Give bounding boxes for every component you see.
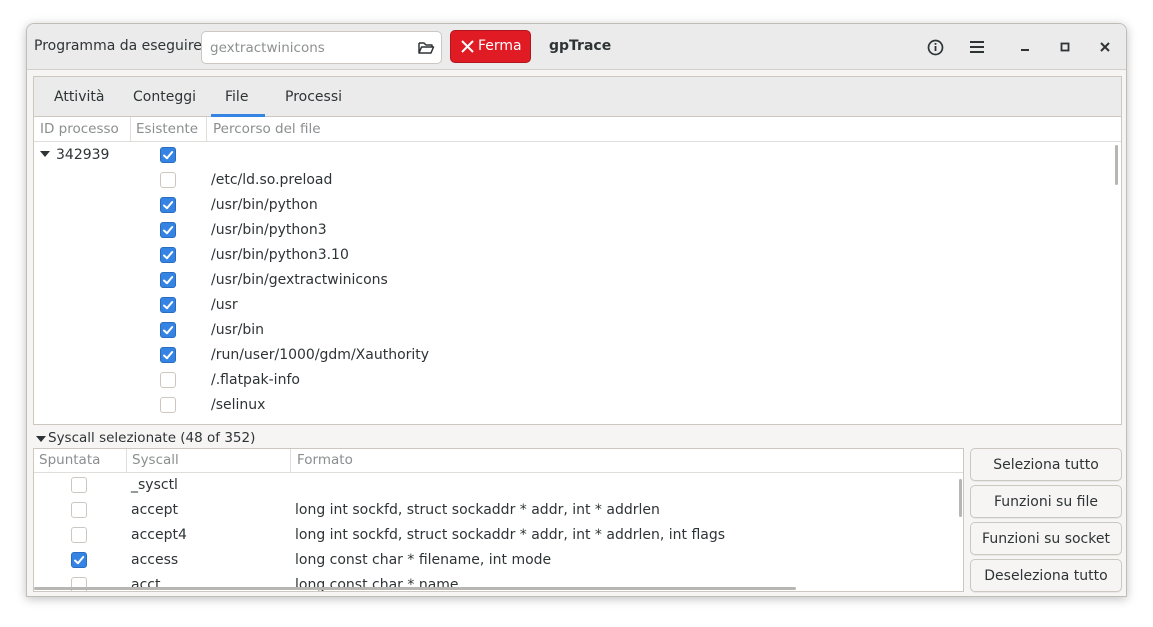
syscall-format: long const char * filename, int mode: [295, 552, 552, 568]
file-path: /usr/bin/python3.10: [211, 247, 349, 263]
column-header-format[interactable]: Formato: [297, 452, 353, 468]
files-scrollbar[interactable]: [1115, 145, 1118, 185]
maximize-button[interactable]: [1051, 34, 1079, 60]
info-icon: [927, 39, 943, 55]
column-divider: [290, 449, 291, 473]
checkbox[interactable]: [160, 247, 176, 263]
syscall-row[interactable]: access long const char * filename, int mo…: [34, 548, 963, 573]
checkbox[interactable]: [160, 172, 176, 188]
syscall-name: accept4: [131, 527, 187, 543]
program-label: Programma da eseguire:: [34, 38, 207, 54]
files-table-header: ID processo Esistente Percorso del file: [34, 117, 1121, 142]
syscall-table-header: Spuntata Syscall Formato: [34, 449, 963, 473]
checkbox[interactable]: [71, 527, 87, 543]
stop-button-label: Ferma: [478, 38, 522, 54]
close-icon: [1100, 42, 1110, 52]
column-header-syscall[interactable]: Syscall: [132, 452, 179, 468]
checkbox[interactable]: [160, 347, 176, 363]
select-all-button[interactable]: Seleziona tutto: [970, 448, 1122, 481]
notebook: Attività Conteggi File Processi ID proce…: [33, 76, 1122, 425]
checkbox[interactable]: [71, 502, 87, 518]
column-header-process-id[interactable]: ID processo: [40, 121, 119, 137]
syscall-format: long int sockfd, struct sockaddr * addr,…: [295, 502, 660, 518]
syscall-row[interactable]: _sysctl: [34, 473, 963, 498]
syscall-row[interactable]: accept4 long int sockfd, struct sockaddr …: [34, 523, 963, 548]
column-header-checked[interactable]: Spuntata: [39, 452, 100, 468]
syscall-table: Spuntata Syscall Formato _sysctlaccept lo…: [33, 448, 964, 592]
table-row[interactable]: /usr: [34, 293, 1121, 318]
file-functions-button[interactable]: Funzioni su file: [970, 485, 1122, 518]
syscall-row[interactable]: accept long int sockfd, struct sockaddr *…: [34, 498, 963, 523]
file-path: /selinux: [211, 397, 266, 413]
about-button[interactable]: [921, 34, 949, 60]
tab-bar: Attività Conteggi File Processi: [34, 77, 1121, 117]
column-divider: [126, 449, 127, 473]
app-title: gpTrace: [549, 38, 612, 54]
minimize-button[interactable]: [1011, 34, 1039, 60]
syscall-horizontal-scrollbar[interactable]: [34, 587, 796, 590]
program-field[interactable]: [201, 31, 442, 64]
syscall-vertical-scrollbar[interactable]: [959, 479, 962, 517]
tab-processi[interactable]: Processi: [285, 89, 342, 105]
column-divider: [130, 117, 131, 142]
maximize-icon: [1060, 42, 1070, 52]
column-divider: [206, 117, 207, 142]
tab-file[interactable]: File: [225, 89, 248, 105]
table-row[interactable]: /usr/bin/python: [34, 193, 1121, 218]
deselect-all-button[interactable]: Deseleziona tutto: [970, 559, 1122, 592]
checkbox[interactable]: [71, 552, 87, 568]
stop-button[interactable]: Ferma: [450, 30, 531, 63]
minimize-icon: [1021, 49, 1029, 51]
folder-open-icon[interactable]: [417, 39, 435, 57]
checkbox[interactable]: [160, 397, 176, 413]
checkbox[interactable]: [160, 147, 176, 163]
syscall-format: long int sockfd, struct sockaddr * addr,…: [295, 527, 726, 543]
file-path: /usr/bin/python3: [211, 222, 327, 238]
checkbox[interactable]: [160, 272, 176, 288]
file-path: /usr/bin/python: [211, 197, 318, 213]
process-id: 342939: [56, 147, 110, 163]
checkbox[interactable]: [160, 322, 176, 338]
file-path: /usr: [211, 297, 238, 313]
checkbox[interactable]: [71, 477, 87, 493]
checkbox[interactable]: [160, 372, 176, 388]
syscall-section-title[interactable]: Syscall selezionate (48 of 352): [48, 430, 255, 446]
syscall-name: _sysctl: [131, 477, 178, 493]
main-window: Programma da eseguire: Ferma gpTrace: [26, 23, 1127, 597]
table-row[interactable]: /usr/bin/python3: [34, 218, 1121, 243]
socket-functions-button[interactable]: Funzioni su socket: [970, 522, 1122, 555]
file-path: /run/user/1000/gdm/Xauthority: [211, 347, 430, 363]
close-window-button[interactable]: [1091, 34, 1119, 60]
process-row[interactable]: 342939: [34, 143, 1121, 168]
table-row[interactable]: /usr/bin/gextractwinicons: [34, 268, 1121, 293]
table-row[interactable]: /selinux: [34, 393, 1121, 418]
column-header-exists[interactable]: Esistente: [136, 121, 198, 137]
syscall-name: access: [131, 552, 179, 568]
checkbox[interactable]: [160, 197, 176, 213]
table-row[interactable]: /run/user/1000/gdm/Xauthority: [34, 343, 1121, 368]
checkbox[interactable]: [160, 222, 176, 238]
table-row[interactable]: /etc/ld.so.preload: [34, 168, 1121, 193]
menu-button[interactable]: [963, 34, 991, 60]
syscall-expander-arrow[interactable]: [36, 436, 46, 442]
file-path: /usr/bin: [211, 322, 265, 338]
file-path: /etc/ld.so.preload: [211, 172, 333, 188]
program-input[interactable]: [210, 38, 410, 58]
table-row[interactable]: /usr/bin/python3.10: [34, 243, 1121, 268]
tab-conteggi[interactable]: Conteggi: [133, 89, 196, 105]
header-bar: Programma da eseguire: Ferma gpTrace: [27, 24, 1126, 70]
syscall-name: accept: [131, 502, 178, 518]
file-path: /usr/bin/gextractwinicons: [211, 272, 388, 288]
file-path: /.flatpak-info: [211, 372, 300, 388]
expander-arrow[interactable]: [40, 151, 50, 157]
column-header-file-path[interactable]: Percorso del file: [213, 121, 321, 137]
close-icon: [461, 40, 474, 53]
tab-attivita[interactable]: Attività: [54, 89, 104, 105]
hamburger-menu-icon: [970, 41, 984, 53]
checkbox[interactable]: [160, 297, 176, 313]
table-row[interactable]: /.flatpak-info: [34, 368, 1121, 393]
table-row[interactable]: /usr/bin: [34, 318, 1121, 343]
